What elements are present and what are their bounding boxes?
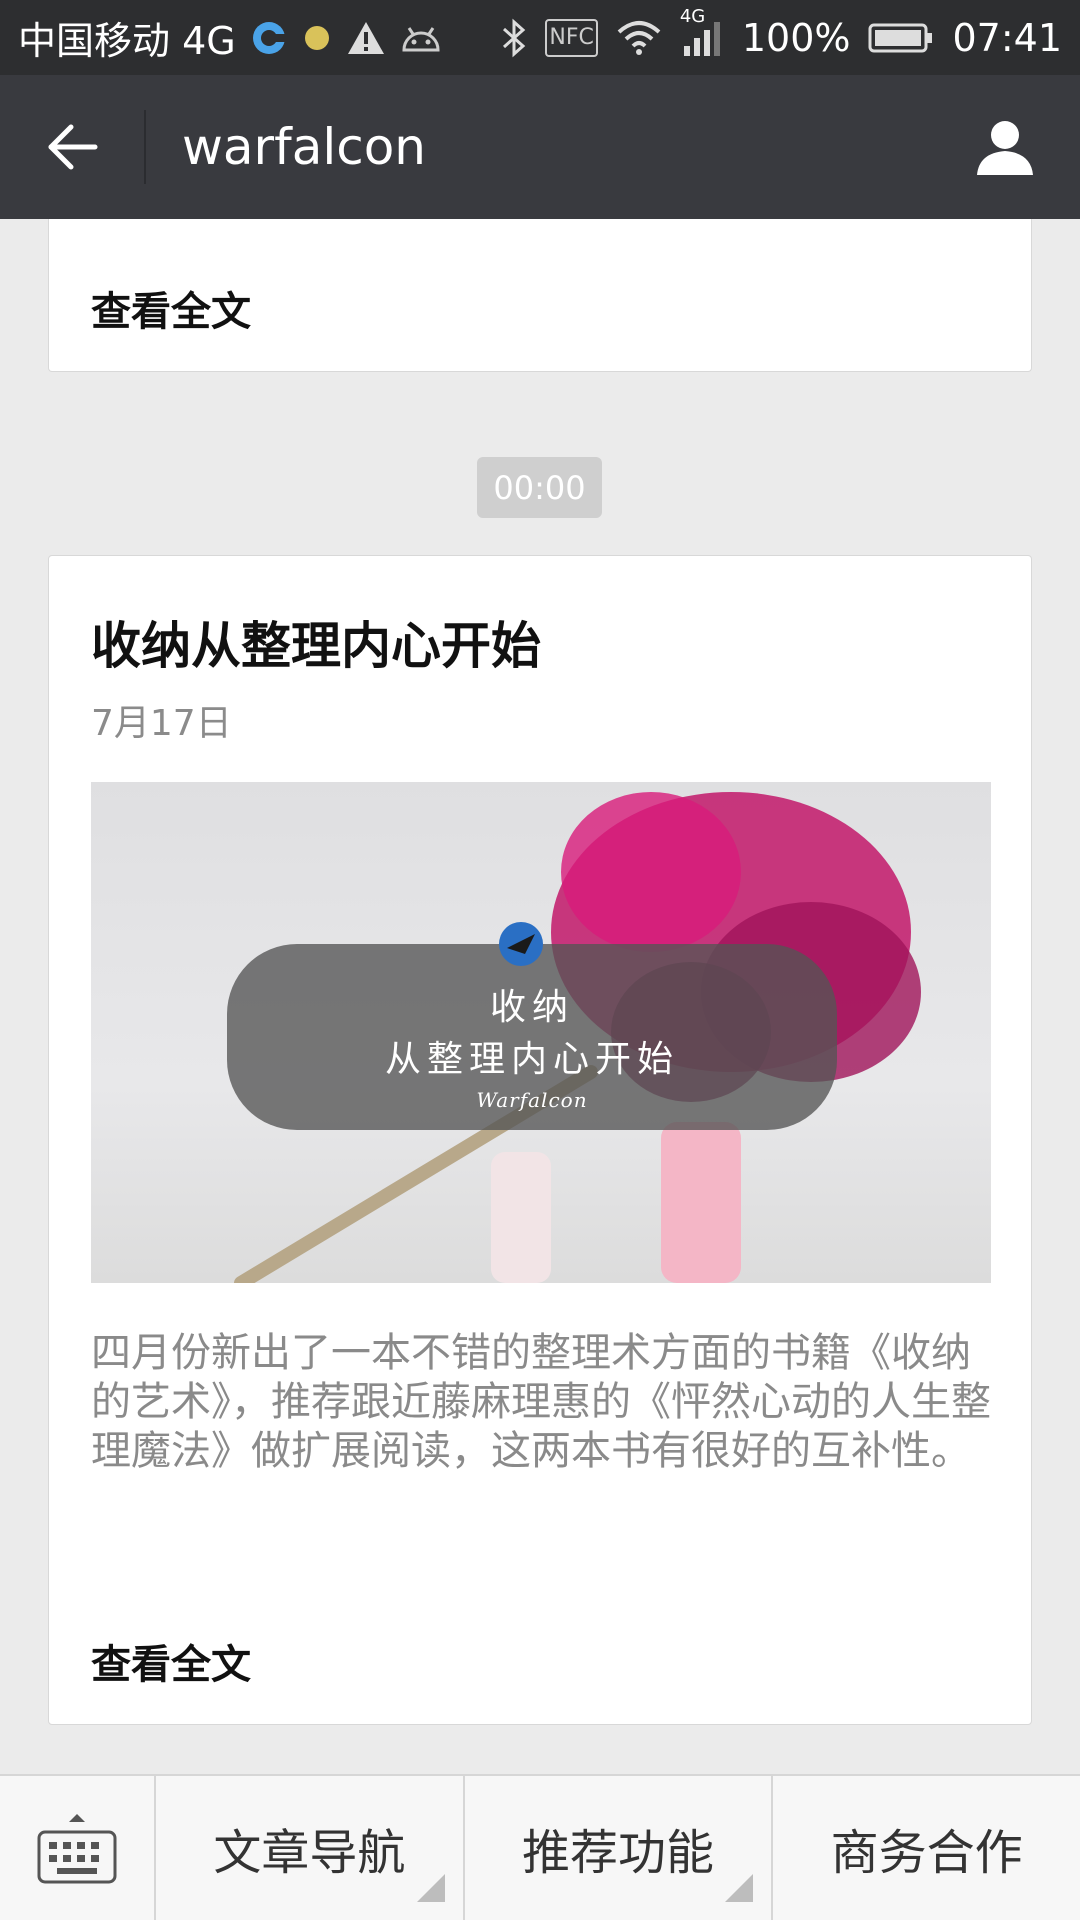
read-more-link[interactable]: 查看全文	[91, 1632, 251, 1690]
cover-line2: 从整理内心开始	[384, 1039, 679, 1080]
person-icon	[977, 121, 1033, 175]
keyboard-icon	[37, 1814, 117, 1884]
nfc-icon: NFC	[545, 18, 598, 57]
carrier-label: 中国移动 4G	[18, 19, 236, 63]
cover-brand: Warfalcon	[476, 1088, 588, 1112]
app-bar: warfalcon	[0, 75, 1080, 219]
menu-business-label: 商务合作	[830, 1825, 1023, 1881]
cover-line1: 收纳	[489, 987, 574, 1028]
menu-business[interactable]: 商务合作	[773, 1776, 1080, 1920]
network-type-label: 4G	[679, 5, 706, 27]
submenu-indicator-icon	[416, 1874, 445, 1902]
app-notification-icon	[250, 19, 288, 57]
back-arrow-icon	[48, 124, 98, 170]
menu-article-nav-label: 文章导航	[213, 1825, 406, 1881]
bottom-menu-bar: 文章导航 推荐功能 商务合作	[0, 1774, 1080, 1920]
message-timestamp: 00:00	[477, 457, 602, 518]
menu-recommended[interactable]: 推荐功能	[465, 1776, 774, 1920]
status-bar: 中国移动 4G NFC 4G 100% 07:41	[0, 0, 1080, 75]
menu-article-nav[interactable]: 文章导航	[156, 1776, 465, 1920]
read-more-link[interactable]: 查看全文	[91, 279, 251, 337]
article-date: 7月17日	[91, 703, 232, 744]
article-cover-image[interactable]: 收纳 从整理内心开始 Warfalcon	[91, 782, 991, 1283]
signal-icon: 4G	[680, 6, 724, 58]
submenu-indicator-icon	[725, 1874, 754, 1902]
article-card[interactable]: 收纳从整理内心开始 7月17日 收纳 从整理内心开始 Warfalcon 四月份…	[48, 555, 1032, 1725]
article-summary: 四月份新出了一本不错的整理术方面的书籍《收纳的艺术》，推荐跟近藤麻理惠的《怦然心…	[91, 1330, 991, 1474]
menu-recommended-label: 推荐功能	[522, 1825, 715, 1881]
profile-button[interactable]	[930, 75, 1080, 219]
warning-icon	[346, 20, 386, 56]
chat-title: warfalcon	[182, 118, 426, 176]
previous-article-card[interactable]: 查看全文	[48, 219, 1032, 372]
dot-notification-icon	[302, 23, 332, 53]
back-button[interactable]	[0, 75, 144, 219]
nfc-label: NFC	[549, 25, 594, 50]
keyboard-toggle-button[interactable]	[0, 1776, 156, 1920]
article-title[interactable]: 收纳从整理内心开始	[91, 606, 541, 678]
battery-percent: 100%	[741, 15, 851, 60]
bluetooth-icon	[501, 18, 527, 58]
android-debug-icon	[400, 22, 442, 54]
clock: 07:41	[952, 15, 1062, 60]
battery-icon	[868, 21, 934, 55]
app-bar-divider	[144, 110, 146, 184]
wifi-icon	[616, 20, 662, 56]
